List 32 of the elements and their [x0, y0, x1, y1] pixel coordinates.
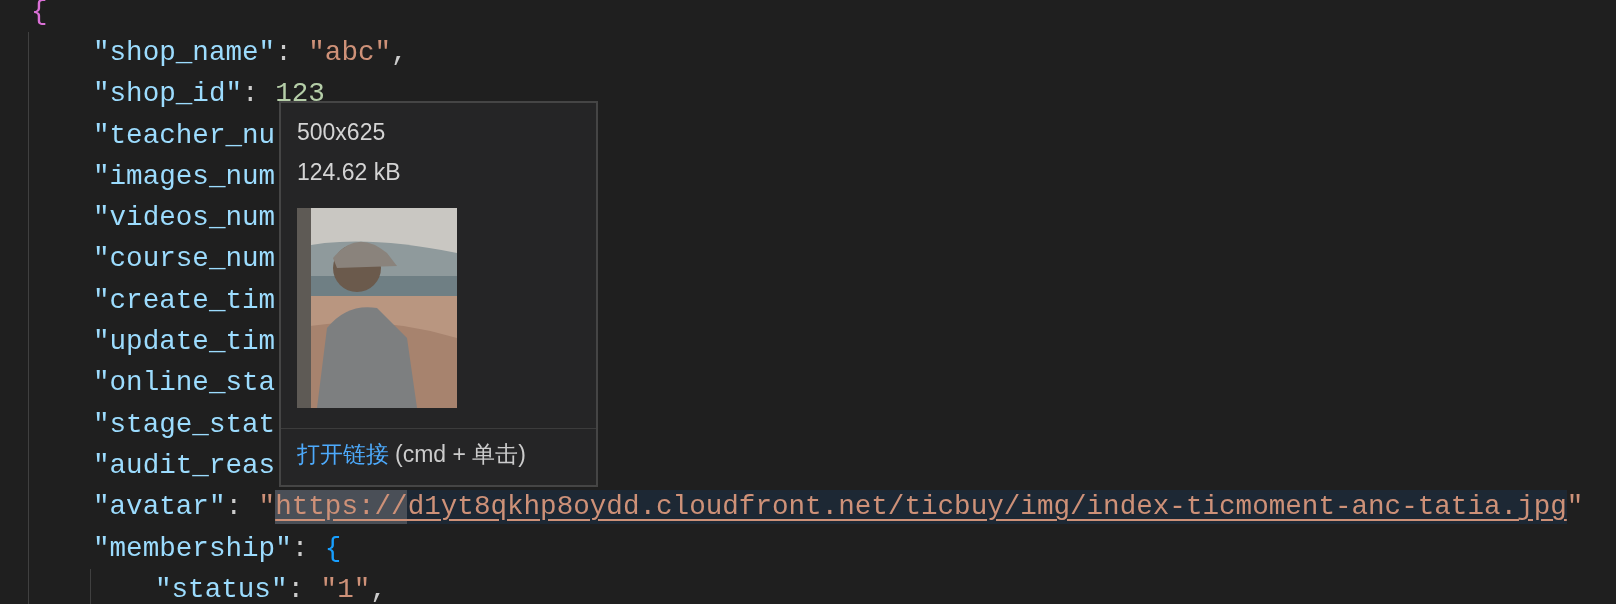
shortcut-hint: (cmd + 单击) — [395, 440, 526, 469]
open-link[interactable]: 打开链接 — [297, 439, 389, 470]
number-value: 123 — [275, 77, 325, 112]
image-dimensions: 500x625 — [297, 118, 387, 147]
punctuation: : — [291, 531, 310, 566]
string-value: "1" — [320, 572, 371, 604]
json-key: "online_sta — [93, 366, 276, 401]
json-key: "membership" — [93, 531, 292, 566]
json-key: "stage_stat — [93, 407, 276, 442]
json-key: "teacher_nu — [93, 118, 276, 153]
string-value: " — [1566, 490, 1584, 525]
json-key: "videos_num — [93, 201, 276, 236]
url-link[interactable]: https://d1yt8qkhp8oydd.cloudfront.net/ticbuy/img/index-ticmoment-anc-tatia.jpg — [275, 490, 1567, 525]
punctuation: : — [225, 490, 244, 525]
punctuation: , — [391, 35, 408, 70]
punctuation: : — [275, 35, 293, 70]
string-value: "abc" — [308, 35, 392, 70]
json-key: "create_tim — [93, 283, 276, 318]
json-key: "shop_id" — [93, 77, 243, 112]
json-key: "status" — [155, 572, 288, 604]
json-key: "images_num — [93, 159, 276, 194]
punctuation: : — [287, 572, 306, 604]
string-value: " — [258, 490, 276, 525]
json-key: "audit_reas — [93, 448, 276, 483]
file-size: 124.62 kB — [297, 158, 402, 187]
brace: { — [324, 531, 342, 566]
json-key: "course_num — [93, 242, 276, 277]
punctuation: : — [242, 77, 260, 112]
json-key: "avatar" — [93, 490, 226, 525]
punctuation: , — [370, 572, 387, 604]
json-key: "update_tim — [93, 325, 276, 359]
json-key: "shop_name" — [93, 35, 276, 70]
